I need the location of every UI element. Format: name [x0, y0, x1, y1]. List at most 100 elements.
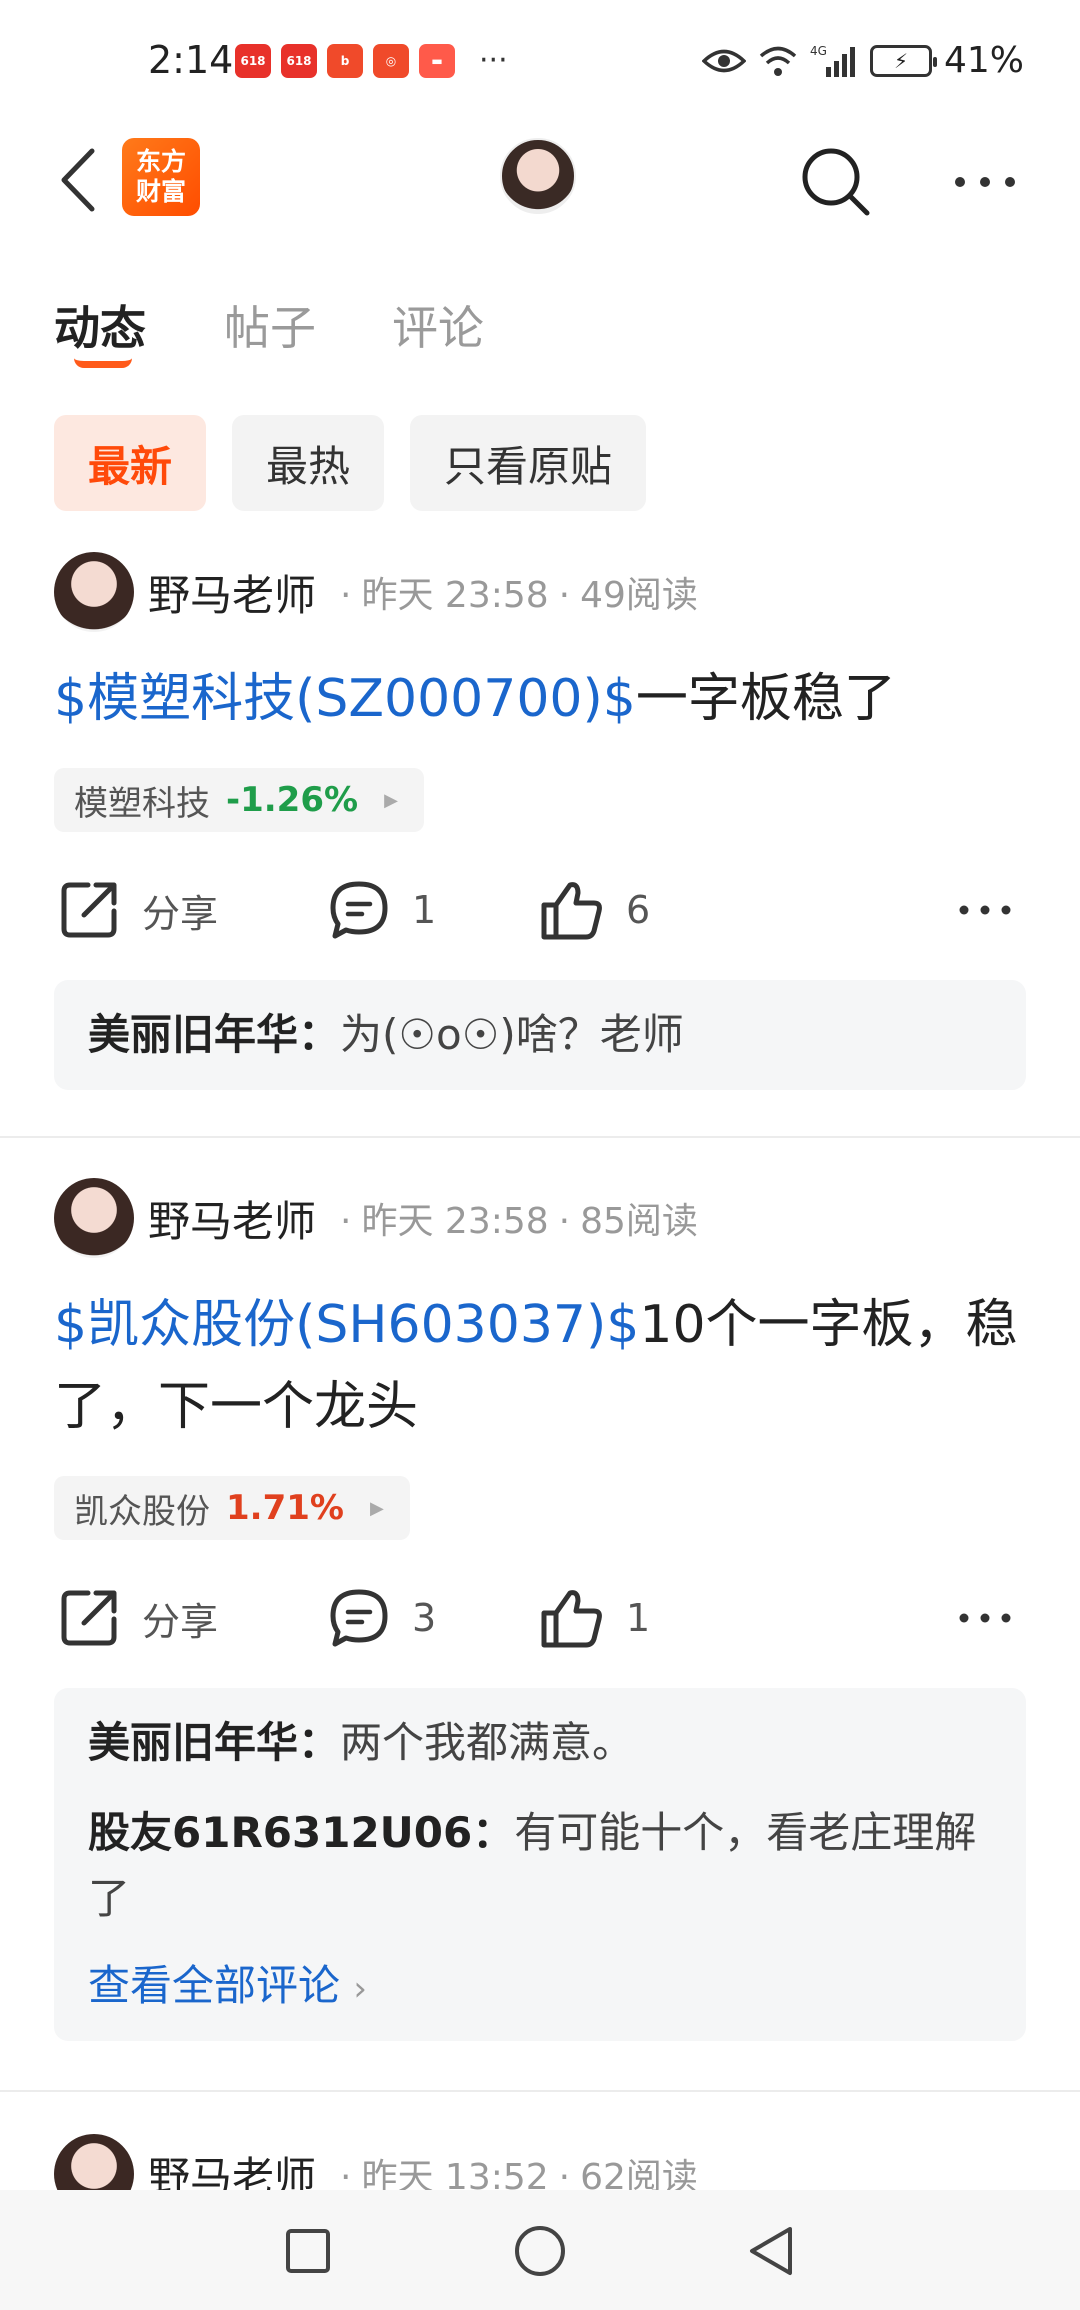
post-actions: 分享 1 6 [0, 870, 1080, 950]
stock-link[interactable]: $凯众股份(SH603037)$ [54, 1295, 639, 1355]
like-button[interactable]: 6 [540, 870, 650, 950]
svg-text:4G: 4G [810, 44, 827, 58]
post-reads: 85阅读 [580, 1201, 698, 1242]
post-time: 昨天 23:58 [361, 1201, 549, 1242]
post-more-button[interactable] [958, 870, 1012, 950]
recent-apps-button[interactable] [273, 2216, 343, 2286]
home-button[interactable] [505, 2216, 575, 2286]
like-count: 1 [626, 1596, 651, 1640]
thumbs-up-icon [541, 1590, 602, 1648]
circle-icon [515, 2226, 565, 2276]
back-icon [61, 148, 95, 212]
filter-latest[interactable]: 最新 [54, 415, 207, 511]
app-badge-app-icon: ◎ [373, 44, 409, 78]
comment-item[interactable]: 美丽旧年华：两个我都满意。 [88, 1710, 992, 1776]
stock-tag-change: -1.26% [226, 780, 359, 820]
play-triangle-icon: ▶ [384, 789, 398, 811]
share-label: 分享 [142, 891, 219, 936]
comment-button[interactable]: 3 [328, 1578, 436, 1658]
stock-tag-change: 1.71% [226, 1488, 344, 1528]
signal-icon: 4G [810, 44, 855, 77]
like-count: 6 [626, 888, 651, 932]
share-icon [61, 1590, 117, 1646]
comment-button[interactable]: 1 [328, 870, 436, 950]
more-icon [955, 177, 1015, 187]
share-label: 分享 [142, 1599, 219, 1644]
back-button[interactable] [48, 142, 108, 218]
avatar[interactable] [54, 1178, 134, 1258]
tab-comments[interactable]: 评论 [392, 292, 484, 358]
stock-tag[interactable]: 凯众股份 1.71% ▶ [54, 1476, 410, 1540]
post-divider [0, 1136, 1080, 1138]
comment-item[interactable]: 股友61R6312U06：有可能十个，看老庄理解了 [88, 1800, 992, 1932]
comment-icon [330, 1589, 388, 1647]
status-right: 4G ⚡ 41% [701, 40, 1024, 81]
active-tab-indicator [74, 358, 132, 368]
sort-filters: 最新 最热 只看原贴 [54, 415, 647, 511]
comment-text: 两个我都满意。 [340, 1718, 635, 1767]
eye-icon [701, 49, 746, 72]
status-time: 2:14 [148, 38, 234, 82]
tab-dynamics[interactable]: 动态 [54, 292, 146, 358]
post-time: 昨天 23:58 [361, 575, 549, 616]
commenter-name: 美丽旧年华： [88, 1010, 341, 1059]
post-reads: 49阅读 [580, 575, 698, 616]
filter-original-only[interactable]: 只看原贴 [410, 415, 647, 511]
search-icon [802, 148, 870, 216]
filter-hottest[interactable]: 最热 [232, 415, 385, 511]
chevron-right-icon: › [353, 1969, 367, 2009]
battery-icon: ⚡ [869, 44, 937, 77]
avatar[interactable] [54, 552, 134, 632]
comment-text: 为(☉o☉)啥？老师 [340, 1010, 684, 1059]
user-avatar[interactable] [500, 138, 576, 214]
status-app-badges: 618 618 b ◎ ▬ ··· [235, 44, 508, 78]
post-more-button[interactable] [958, 1578, 1012, 1658]
share-button[interactable]: 分享 [58, 870, 218, 950]
stock-tag-name: 凯众股份 [74, 1491, 210, 1532]
tab-posts[interactable]: 帖子 [224, 292, 316, 358]
brand-logo-text: 财富 [135, 177, 186, 206]
author-name[interactable]: 野马老师 [148, 562, 316, 623]
brand-logo[interactable]: 东方 财富 [122, 138, 200, 216]
more-icon [959, 905, 1011, 915]
status-bar: 2:14 618 618 b ◎ ▬ ··· 4G ⚡ 41% [0, 0, 1080, 120]
comment-count: 3 [412, 1596, 437, 1640]
comment-item[interactable]: 美丽旧年华：为(☉o☉)啥？老师 [88, 1002, 992, 1068]
system-nav-bar [0, 2190, 1080, 2310]
more-button[interactable] [950, 142, 1020, 222]
play-triangle-icon: ▶ [369, 1497, 384, 1519]
content-tabs: 动态 帖子 评论 [0, 280, 1080, 380]
post-actions: 分享 3 1 [0, 1578, 1080, 1658]
share-icon [61, 882, 117, 938]
more-notifications-icon: ··· [479, 43, 508, 78]
battery-percent: 41% [943, 40, 1024, 81]
post-content[interactable]: $模塑科技(SZ000700)$一字板稳了 [54, 658, 1034, 740]
app-header: 东方 财富 [0, 120, 1080, 240]
post-meta: · 昨天 23:58 · 85阅读 [340, 1201, 698, 1242]
like-button[interactable]: 1 [540, 1578, 650, 1658]
app-badge-618-icon: 618 [235, 44, 271, 78]
post-text: 一字板稳了 [635, 669, 896, 729]
square-icon [286, 2229, 330, 2273]
post-author-row: 野马老师 · 昨天 23:58 · 85阅读 [54, 1178, 698, 1258]
comment-preview[interactable]: 美丽旧年华：为(☉o☉)啥？老师 [54, 980, 1026, 1090]
stock-link[interactable]: $模塑科技(SZ000700)$ [54, 669, 636, 729]
post-author-row: 野马老师 · 昨天 23:58 · 49阅读 [54, 552, 698, 632]
view-all-label: 查看全部评论 [88, 1961, 341, 2010]
back-nav-button[interactable] [735, 2216, 805, 2286]
author-name[interactable]: 野马老师 [148, 1188, 316, 1249]
commenter-name: 股友61R6312U06： [88, 1808, 515, 1857]
comment-preview[interactable]: 美丽旧年华：两个我都满意。 股友61R6312U06：有可能十个，看老庄理解了 … [54, 1688, 1026, 2041]
post-meta: · 昨天 23:58 · 49阅读 [340, 575, 698, 616]
share-button[interactable]: 分享 [58, 1578, 218, 1658]
comment-icon [330, 881, 388, 939]
stock-tag[interactable]: 模塑科技 -1.26% ▶ [54, 768, 424, 832]
wifi-icon [759, 46, 797, 76]
triangle-back-icon [750, 2227, 792, 2275]
brand-logo-text: 东方 [135, 147, 186, 176]
more-icon [959, 1613, 1011, 1623]
search-button[interactable] [796, 142, 876, 222]
view-all-comments-link[interactable]: 查看全部评论 › [88, 1956, 992, 2019]
post-divider [0, 2090, 1080, 2092]
post-content[interactable]: $凯众股份(SH603037)$10个一字板，稳了，下一个龙头 [54, 1284, 1034, 1448]
